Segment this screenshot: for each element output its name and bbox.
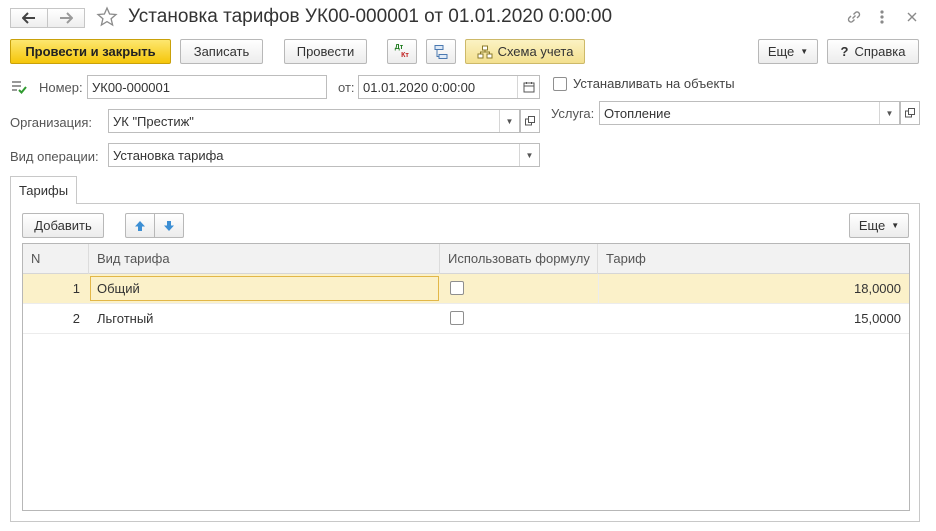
dt-label: Дт — [394, 43, 404, 51]
tariffs-table[interactable]: N Вид тарифа Использовать формулу Тариф … — [22, 243, 910, 511]
save-button[interactable]: Записать — [180, 39, 263, 64]
document-posted-icon — [11, 80, 27, 94]
scheme-icon — [477, 45, 493, 58]
dropdown-arrow-icon[interactable]: ▼ — [499, 110, 519, 132]
service-field[interactable]: Отопление ▼ — [599, 101, 900, 125]
table-header: N Вид тарифа Использовать формулу Тариф — [23, 244, 909, 274]
close-icon[interactable] — [904, 9, 920, 25]
dt-kt-button[interactable]: Дт Кт — [387, 39, 417, 64]
help-button[interactable]: ? Справка — [827, 39, 919, 64]
tariff-type-cell[interactable]: Общий — [90, 276, 439, 301]
hierarchy-icon — [434, 44, 448, 59]
column-header-n[interactable]: N — [23, 244, 89, 274]
accounting-scheme-label: Схема учета — [497, 44, 574, 59]
date-field[interactable]: 01.01.2020 0:00:00 — [358, 75, 540, 99]
accounting-scheme-button[interactable]: Схема учета — [465, 39, 585, 64]
page-title: Установка тарифов УК00-000001 от 01.01.2… — [128, 6, 613, 27]
open-service-button[interactable] — [900, 101, 920, 125]
operation-type-value: Установка тарифа — [113, 147, 224, 163]
open-form-icon — [525, 116, 535, 126]
set-on-objects-label: Устанавливать на объекты — [573, 76, 735, 91]
arrow-right-icon — [60, 12, 73, 24]
move-down-button[interactable] — [154, 213, 184, 238]
number-field[interactable]: УК00-000001 — [87, 75, 327, 99]
table-row[interactable]: 2 Льготный 15,0000 — [23, 304, 909, 334]
add-row-button[interactable]: Добавить — [22, 213, 104, 238]
arrow-down-icon — [164, 220, 174, 231]
arrow-left-icon — [22, 12, 35, 24]
more-label: Еще — [767, 44, 795, 59]
table-more-label: Еще — [858, 218, 886, 233]
move-up-button[interactable] — [125, 213, 155, 238]
date-value: 01.01.2020 0:00:00 — [363, 79, 476, 95]
help-label: Справка — [854, 44, 906, 59]
number-value: УК00-000001 — [92, 79, 170, 95]
back-button[interactable] — [10, 8, 48, 28]
column-header-use-formula[interactable]: Использовать формулу — [440, 244, 598, 274]
dropdown-arrow-icon[interactable]: ▼ — [519, 144, 539, 166]
open-organization-button[interactable] — [520, 109, 540, 133]
date-label: от: — [338, 80, 355, 95]
operation-type-field[interactable]: Установка тарифа ▼ — [108, 143, 540, 167]
use-formula-checkbox[interactable] — [450, 311, 464, 325]
row-number: 1 — [72, 281, 80, 296]
kt-label: Кт — [401, 51, 409, 59]
row-number: 2 — [72, 311, 80, 326]
tab-tariffs[interactable]: Тарифы — [10, 176, 77, 204]
caret-down-icon: ▼ — [800, 47, 809, 56]
calendar-icon[interactable] — [517, 76, 539, 98]
tariff-type-cell[interactable]: Льготный — [97, 304, 437, 334]
organization-value: УК "Престиж" — [113, 113, 194, 129]
operation-type-label: Вид операции: — [10, 149, 99, 164]
service-label: Услуга: — [551, 106, 595, 121]
organization-field[interactable]: УК "Престиж" ▼ — [108, 109, 520, 133]
tariff-value[interactable]: 18,0000 — [598, 274, 901, 304]
caret-down-icon: ▼ — [891, 221, 900, 230]
more-actions-icon[interactable] — [877, 8, 887, 26]
post-and-close-button[interactable]: Провести и закрыть — [10, 39, 171, 64]
link-icon[interactable] — [845, 8, 863, 26]
service-value: Отопление — [604, 105, 671, 121]
organization-label: Организация: — [10, 115, 93, 130]
column-header-tariff-type[interactable]: Вид тарифа — [89, 244, 440, 274]
question-icon: ? — [840, 44, 849, 59]
structure-button[interactable] — [426, 39, 456, 64]
dropdown-arrow-icon[interactable]: ▼ — [879, 102, 899, 124]
forward-button[interactable] — [47, 8, 85, 28]
table-more-button[interactable]: Еще ▼ — [849, 213, 909, 238]
favorite-star-icon[interactable] — [96, 6, 118, 28]
column-header-tariff[interactable]: Тариф — [598, 244, 909, 274]
post-button[interactable]: Провести — [284, 39, 367, 64]
tariff-value[interactable]: 15,0000 — [598, 304, 901, 334]
arrow-up-icon — [135, 220, 145, 231]
number-label: Номер: — [39, 80, 83, 95]
more-button[interactable]: Еще ▼ — [758, 39, 818, 64]
use-formula-checkbox[interactable] — [450, 281, 464, 295]
open-form-icon — [905, 108, 915, 118]
set-on-objects-checkbox[interactable] — [553, 77, 567, 91]
table-row[interactable]: 1 Общий 18,0000 — [23, 274, 909, 304]
